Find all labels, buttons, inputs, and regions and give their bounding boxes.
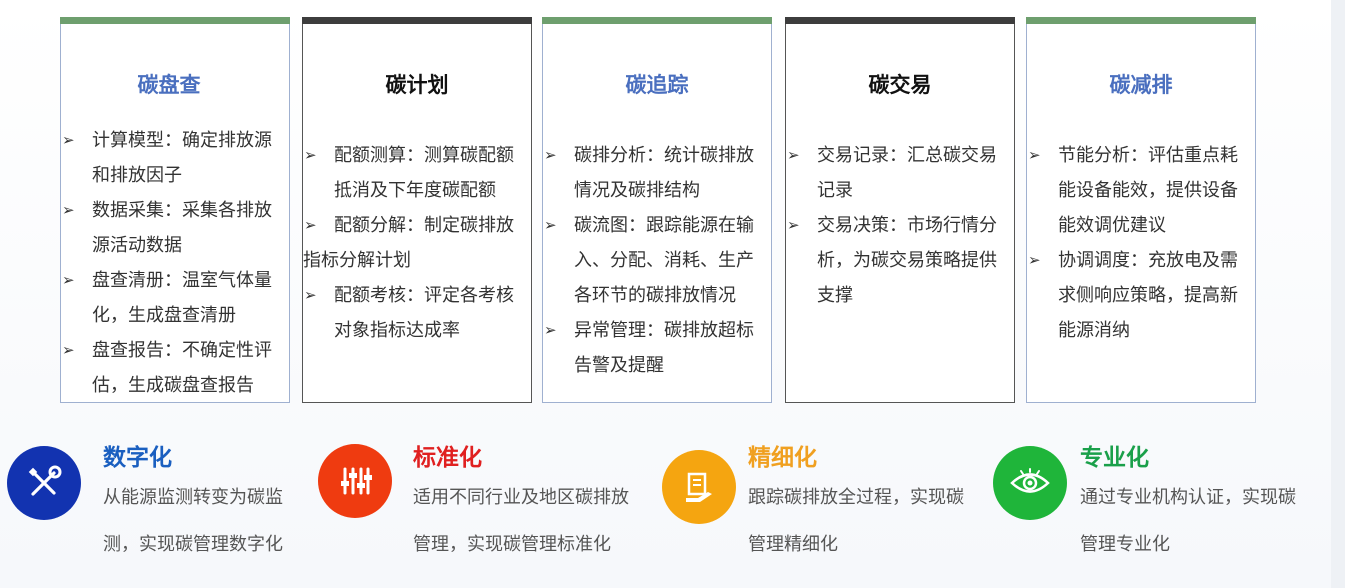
- arrow-bullet-icon: ➢: [544, 146, 557, 164]
- card-item-list: ➢ 碳排分析：统计碳排放 情况及碳排结构 ➢ 碳流图：跟踪能源在输 入、分配、消耗、生产…: [543, 138, 771, 383]
- feature-icon-circle: [662, 450, 736, 524]
- feature-icon-circle: [318, 444, 392, 518]
- card-carbon-tracking: 碳追踪 ➢ 碳排分析：统计碳排放 情况及碳排结构 ➢ 碳流图：跟踪能源在输 入、分配、消…: [542, 17, 772, 403]
- card-top-bar: [60, 17, 290, 24]
- list-item: ➢ 计算模型：确定排放源 和排放因子: [61, 123, 289, 193]
- arrow-bullet-icon: ➢: [787, 216, 800, 234]
- arrow-bullet-icon: ➢: [787, 146, 800, 164]
- card-top-bar: [542, 17, 772, 24]
- feature-description: 跟踪碳排放全过程，实现碳 管理精细化: [748, 487, 964, 555]
- wrench-screwdriver-icon: [28, 465, 62, 496]
- card-title: 碳计划: [385, 73, 449, 97]
- card-item-list: ➢ 节能分析：评估重点耗 能设备能效，提供设备 能效调优建议 ➢ 协调调度：充放电及需求…: [1027, 138, 1255, 348]
- card-top-bar: [785, 17, 1015, 24]
- list-item: ➢ 数据采集：采集各排放 源活动数据: [61, 193, 289, 263]
- list-item: ➢ 配额考核：评定各考核 对象指标达成率: [303, 278, 531, 348]
- card-carbon-inventory: 碳盘查 ➢ 计算模型：确定排放源 和排放因子 ➢ 数据采集：采集各排放 源活动数据 ➢ 盘…: [60, 17, 290, 403]
- card-carbon-reduction: 碳减排 ➢ 节能分析：评估重点耗 能设备能效，提供设备 能效调优建议 ➢ 协调调度：充放…: [1026, 17, 1256, 403]
- feature-title: 标准化: [413, 445, 482, 471]
- list-item: ➢ 交易决策：市场行情分 析，为碳交易策略提供 支撑: [786, 208, 1014, 313]
- list-item: ➢ 交易记录：汇总碳交易 记录: [786, 138, 1014, 208]
- arrow-bullet-icon: ➢: [544, 321, 557, 339]
- arrow-bullet-icon: ➢: [62, 201, 75, 219]
- arrow-bullet-icon: ➢: [304, 146, 317, 164]
- card-title: 碳追踪: [625, 73, 689, 97]
- feature-title: 精细化: [748, 445, 817, 471]
- list-item: ➢ 盘查报告：不确定性评 估，生成碳盘查报告: [61, 333, 289, 403]
- card-title: 碳减排: [1109, 73, 1173, 97]
- arrow-bullet-icon: ➢: [62, 131, 75, 149]
- list-item: ➢ 配额分解：制定碳排放 指标分解计划: [303, 208, 531, 278]
- card-title: 碳交易: [868, 73, 932, 97]
- card-item-list: ➢ 计算模型：确定排放源 和排放因子 ➢ 数据采集：采集各排放 源活动数据 ➢ 盘查清册：…: [61, 123, 289, 403]
- feature-description: 适用不同行业及地区碳排放 管理，实现碳管理标准化: [413, 487, 629, 555]
- feature-description: 从能源监测转变为碳监 测，实现碳管理数字化: [103, 487, 283, 555]
- list-item: ➢ 盘查清册：温室气体量 化，生成盘查清册: [61, 263, 289, 333]
- arrow-bullet-icon: ➢: [62, 271, 75, 289]
- list-item: ➢ 碳排分析：统计碳排放 情况及碳排结构: [543, 138, 771, 208]
- feature-description: 通过专业机构认证，实现碳 管理专业化: [1080, 487, 1296, 555]
- list-item: ➢ 碳流图：跟踪能源在输 入、分配、消耗、生产 各环节的碳排放情况: [543, 208, 771, 313]
- feature-icon-circle: [993, 446, 1067, 520]
- list-item: ➢ 异常管理：碳排放超标 告警及提醒: [543, 313, 771, 383]
- arrow-bullet-icon: ➢: [1028, 146, 1041, 164]
- list-item: ➢ 配额测算：测算碳配额 抵消及下年度碳配额: [303, 138, 531, 208]
- card-carbon-plan: 碳计划 ➢ 配额测算：测算碳配额 抵消及下年度碳配额 ➢ 配额分解：制定碳排放 指标分解…: [302, 17, 532, 403]
- arrow-bullet-icon: ➢: [304, 286, 317, 304]
- document-hand-icon: [686, 472, 712, 502]
- card-carbon-trading: 碳交易 ➢ 交易记录：汇总碳交易 记录 ➢ 交易决策：市场行情分 析，为碳交易策略提供支…: [785, 17, 1015, 403]
- card-item-list: ➢ 交易记录：汇总碳交易 记录 ➢ 交易决策：市场行情分 析，为碳交易策略提供 支撑: [786, 138, 1014, 313]
- card-top-bar: [302, 17, 532, 24]
- feature-icon-circle: [7, 446, 81, 520]
- arrow-bullet-icon: ➢: [62, 341, 75, 359]
- feature-title: 数字化: [103, 445, 172, 471]
- list-item: ➢ 协调调度：充放电及需 求侧响应策略，提高新 能源消纳: [1027, 243, 1255, 348]
- card-title: 碳盘查: [137, 73, 201, 97]
- arrow-bullet-icon: ➢: [304, 216, 317, 234]
- eye-icon: [1010, 468, 1050, 493]
- arrow-bullet-icon: ➢: [544, 216, 557, 234]
- card-item-list: ➢ 配额测算：测算碳配额 抵消及下年度碳配额 ➢ 配额分解：制定碳排放 指标分解计划 ➢…: [303, 138, 531, 348]
- arrow-bullet-icon: ➢: [1028, 251, 1041, 269]
- right-edge-strip: [1331, 0, 1345, 588]
- list-item: ➢ 节能分析：评估重点耗 能设备能效，提供设备 能效调优建议: [1027, 138, 1255, 243]
- card-top-bar: [1026, 17, 1256, 24]
- feature-title: 专业化: [1080, 445, 1149, 471]
- sliders-icon: [341, 467, 372, 495]
